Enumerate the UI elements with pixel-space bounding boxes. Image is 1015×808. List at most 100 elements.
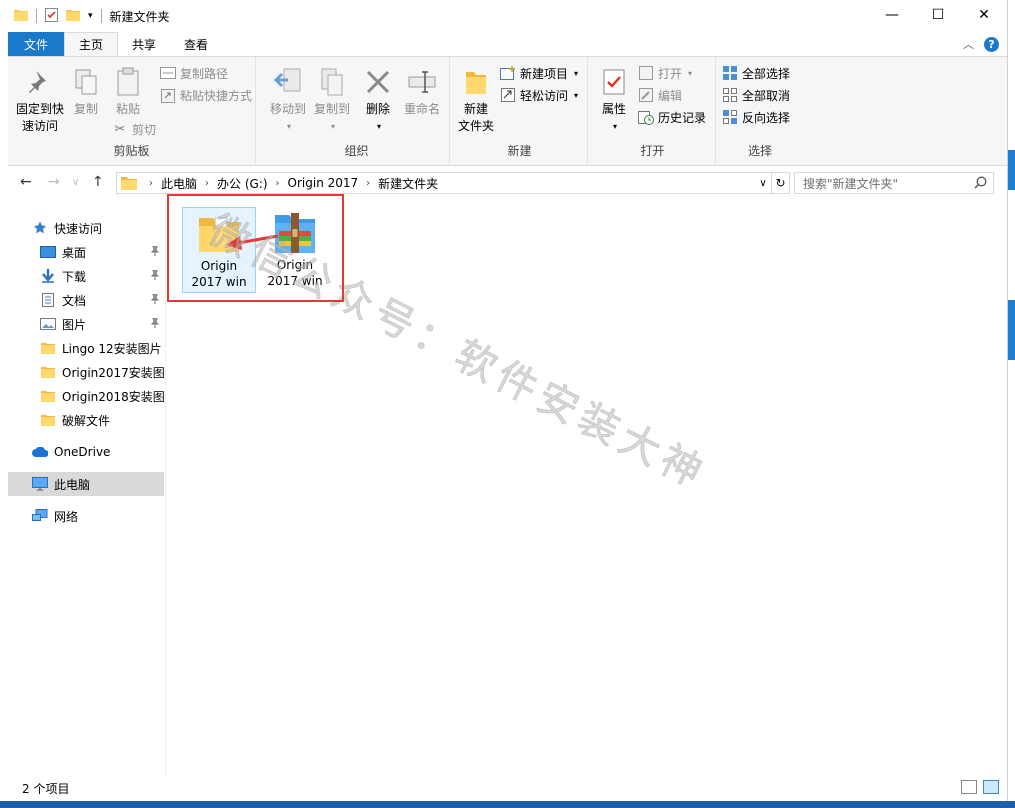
new-group-label: 新建 xyxy=(507,144,532,158)
invert-selection-button[interactable]: 反向选择 xyxy=(722,107,790,127)
properties-icon[interactable] xyxy=(45,7,58,25)
navigation-bar: ← → ∨ ↑ › 此电脑 › 办公 (G:) › Origin 2017 › … xyxy=(8,167,1007,199)
sidebar-item-origin2018[interactable]: Origin2018安装图片 xyxy=(8,384,164,408)
computer-icon xyxy=(32,476,48,492)
tab-view[interactable]: 查看 xyxy=(170,32,222,56)
forward-arrow-icon[interactable]: → xyxy=(48,174,60,190)
title-bar: ▾ 新建文件夹 — ☐ ✕ xyxy=(0,0,1007,32)
back-arrow-icon[interactable]: ← xyxy=(20,174,32,190)
copy-path-icon xyxy=(160,65,176,81)
breadcrumb-current-folder[interactable]: 新建文件夹 xyxy=(378,175,438,192)
edit-icon xyxy=(638,87,654,103)
sidebar-item-desktop[interactable]: 桌面 xyxy=(8,240,164,264)
paste-button[interactable]: 粘贴 xyxy=(110,65,146,118)
sidebar-item-origin2017[interactable]: Origin2017安装图片 xyxy=(8,360,164,384)
sidebar-item-lingo-12[interactable]: Lingo 12安装图片 xyxy=(8,336,164,360)
recent-locations-icon[interactable]: ∨ xyxy=(72,177,79,188)
delete-x-icon xyxy=(362,65,394,99)
window-title: 新建文件夹 xyxy=(109,9,170,24)
pin-quick-access-button[interactable]: 固定到快 速访问 xyxy=(14,65,66,135)
pin-icon[interactable] xyxy=(150,245,160,259)
open-button[interactable]: 打开 ▾ xyxy=(638,63,692,83)
clipboard-icon xyxy=(112,65,144,99)
folder-icon xyxy=(40,388,56,404)
search-input[interactable]: 搜索"新建文件夹" xyxy=(794,172,994,194)
download-icon xyxy=(40,268,56,284)
new-item-button[interactable]: 新建项目 ▾ xyxy=(500,63,578,83)
move-to-button[interactable]: 移动到 ▾ xyxy=(268,65,308,135)
details-view-icon[interactable] xyxy=(961,780,977,794)
select-all-button[interactable]: 全部选择 xyxy=(722,63,790,83)
copy-to-button[interactable]: 复制到 ▾ xyxy=(312,65,352,135)
search-icon[interactable] xyxy=(974,176,987,192)
tab-share[interactable]: 共享 xyxy=(118,32,170,56)
open-icon xyxy=(638,65,654,81)
rename-button[interactable]: 重命名 xyxy=(400,65,444,118)
chevron-right-icon[interactable]: › xyxy=(366,178,370,189)
close-button[interactable]: ✕ xyxy=(961,0,1007,30)
organize-group-label: 组织 xyxy=(344,144,369,158)
collapse-ribbon-icon[interactable]: ︿ xyxy=(963,36,974,52)
copy-icon xyxy=(70,65,102,99)
properties-button[interactable]: 属性 ▾ xyxy=(596,65,632,135)
sidebar-item-downloads[interactable]: 下载 xyxy=(8,264,164,288)
address-dropdown-icon[interactable]: ∨ xyxy=(755,173,771,193)
chevron-right-icon[interactable]: › xyxy=(149,178,153,189)
invert-selection-icon xyxy=(722,109,738,125)
maximize-button[interactable]: ☐ xyxy=(915,0,961,30)
up-arrow-icon[interactable]: ↑ xyxy=(92,174,104,190)
desktop-icon xyxy=(40,244,56,260)
chevron-right-icon[interactable]: › xyxy=(205,178,209,189)
sidebar-item-documents[interactable]: 文档 xyxy=(8,288,164,312)
address-bar[interactable]: › 此电脑 › 办公 (G:) › Origin 2017 › 新建文件夹 ∨ … xyxy=(116,172,790,194)
refresh-icon[interactable]: ↻ xyxy=(771,173,789,193)
minimize-button[interactable]: — xyxy=(869,0,915,30)
edit-button[interactable]: 编辑 xyxy=(638,85,682,105)
rename-icon xyxy=(406,65,438,99)
tab-home[interactable]: 主页 xyxy=(64,32,119,56)
quick-access-toolbar: ▾ xyxy=(0,0,102,32)
cut-button[interactable]: ✂ 剪切 xyxy=(112,119,156,139)
delete-button[interactable]: 删除 ▾ xyxy=(362,65,394,135)
pin-icon[interactable] xyxy=(150,269,160,283)
organize-group: 移动到 ▾ 复制到 ▾ 删除 ▾ 重命名 组织 xyxy=(264,57,450,165)
open-group: 属性 ▾ 打开 ▾ 编辑 历史记录 打开 xyxy=(590,57,716,165)
sidebar-item-network[interactable]: 网络 xyxy=(8,504,164,528)
properties-icon xyxy=(598,65,630,99)
breadcrumb-origin-2017[interactable]: Origin 2017 xyxy=(288,176,359,190)
select-none-button[interactable]: 全部取消 xyxy=(722,85,790,105)
chevron-down-icon[interactable]: ▾ xyxy=(88,11,93,21)
sidebar-item-pictures[interactable]: 图片 xyxy=(8,312,164,336)
pin-icon[interactable] xyxy=(150,293,160,307)
sidebar-item-crack-files[interactable]: 破解文件 xyxy=(8,408,164,432)
folder-icon xyxy=(14,9,28,24)
breadcrumb-drive[interactable]: 办公 (G:) xyxy=(217,175,268,192)
new-folder-button[interactable]: 新建 文件夹 xyxy=(454,65,498,135)
tab-file[interactable]: 文件 xyxy=(8,32,64,56)
chevron-right-icon[interactable]: › xyxy=(276,178,280,189)
paste-shortcut-button[interactable]: 粘贴快捷方式 xyxy=(160,85,252,105)
help-icon[interactable]: ? xyxy=(984,36,999,52)
sidebar-item-onedrive[interactable]: OneDrive xyxy=(8,440,164,464)
network-icon xyxy=(32,508,48,524)
sidebar-item-quick-access[interactable]: 快速访问 xyxy=(8,216,164,240)
folder-icon xyxy=(40,340,56,356)
cloud-icon xyxy=(32,444,48,460)
breadcrumb-this-pc[interactable]: 此电脑 xyxy=(161,175,197,192)
folder-icon xyxy=(40,412,56,428)
annotation-highlight-box xyxy=(167,194,344,302)
paste-shortcut-icon xyxy=(160,87,176,103)
copy-path-button[interactable]: 复制路径 xyxy=(160,63,228,83)
large-icons-view-icon[interactable] xyxy=(983,780,999,794)
move-to-icon xyxy=(272,65,304,99)
sidebar-item-this-pc[interactable]: 此电脑 xyxy=(8,472,164,496)
select-group: 全部选择 全部取消 反向选择 选择 xyxy=(716,57,804,165)
picture-icon xyxy=(40,316,56,332)
ribbon-tabs: 文件 主页 共享 查看 ︿ ? xyxy=(0,32,1007,56)
folder-icon xyxy=(121,176,137,190)
new-folder-icon[interactable] xyxy=(66,9,80,24)
easy-access-button[interactable]: 轻松访问 ▾ xyxy=(500,85,578,105)
pin-icon[interactable] xyxy=(150,317,160,331)
copy-button[interactable]: 复制 xyxy=(68,65,104,118)
history-button[interactable]: 历史记录 xyxy=(638,107,706,127)
